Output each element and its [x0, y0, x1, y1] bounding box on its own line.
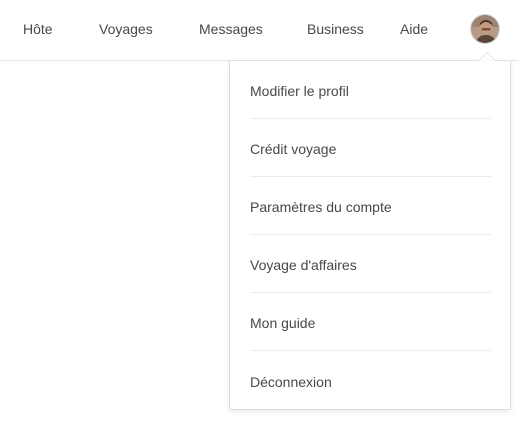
- profile-dropdown-menu: Modifier le profil Crédit voyage Paramèt…: [229, 61, 511, 410]
- avatar-photo-icon: [471, 15, 499, 43]
- menu-item-logout[interactable]: Déconnexion: [250, 351, 491, 409]
- menu-item-account-settings[interactable]: Paramètres du compte: [250, 177, 491, 235]
- menu-item-business-travel[interactable]: Voyage d'affaires: [250, 235, 491, 293]
- profile-menu-list: Modifier le profil Crédit voyage Paramèt…: [250, 61, 491, 409]
- menu-item-edit-profile[interactable]: Modifier le profil: [250, 61, 491, 119]
- menu-item-travel-credit[interactable]: Crédit voyage: [250, 119, 491, 177]
- nav-link-help[interactable]: Aide: [400, 20, 428, 38]
- nav-link-business[interactable]: Business: [307, 20, 364, 38]
- nav-link-host[interactable]: Hôte: [23, 20, 53, 38]
- dropdown-caret: [479, 53, 495, 61]
- menu-item-my-guide[interactable]: Mon guide: [250, 293, 491, 351]
- page: Hôte Voyages Messages Business Aide Modi…: [0, 0, 518, 430]
- nav-link-trips[interactable]: Voyages: [99, 20, 153, 38]
- top-navigation-bar: Hôte Voyages Messages Business Aide: [0, 0, 518, 61]
- nav-link-messages[interactable]: Messages: [199, 20, 263, 38]
- profile-avatar[interactable]: [470, 14, 500, 44]
